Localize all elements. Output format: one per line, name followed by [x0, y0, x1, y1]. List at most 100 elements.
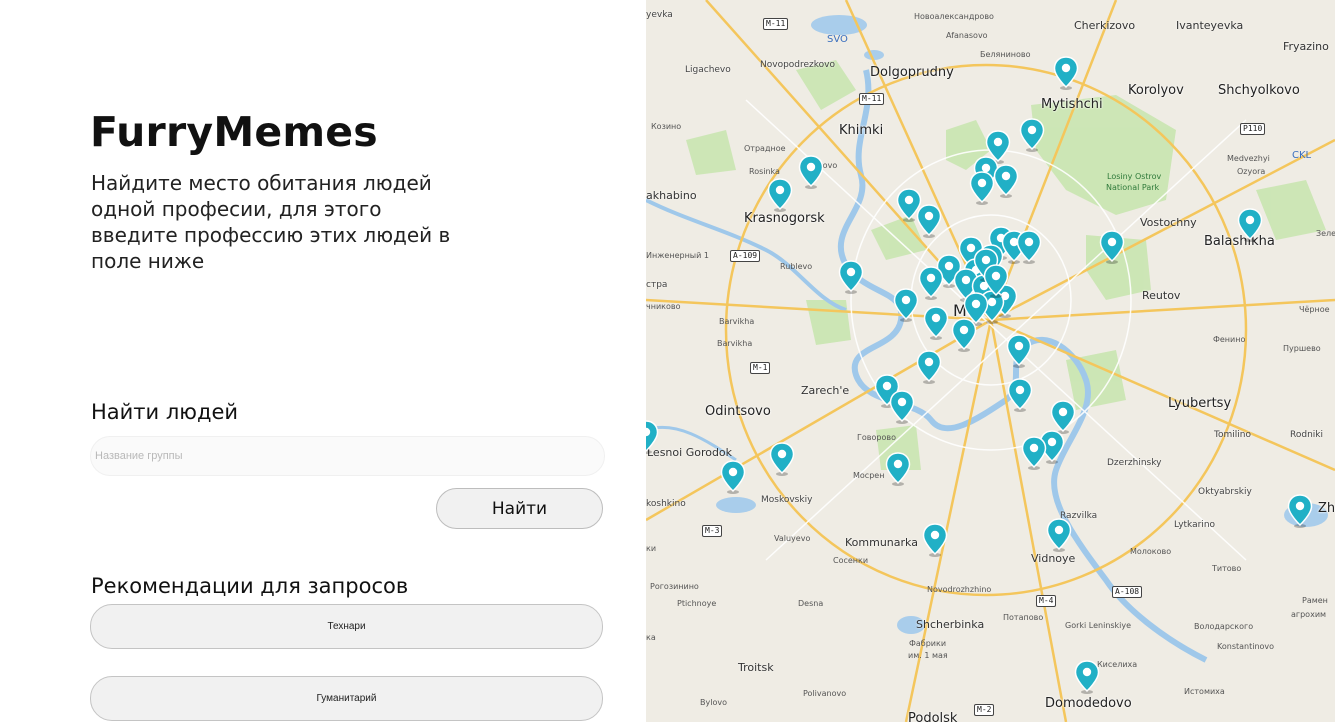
map-marker-28[interactable] [923, 306, 949, 340]
map-pin-icon [769, 442, 795, 476]
map-marker-8[interactable] [767, 178, 793, 212]
map-marker-2[interactable] [1019, 118, 1045, 152]
map-marker-38[interactable] [769, 442, 795, 476]
map-marker-10[interactable] [916, 204, 942, 238]
map-marker-11[interactable] [1099, 230, 1125, 264]
map-marker-47[interactable] [983, 264, 1009, 298]
losiny-ostrov-park [1031, 95, 1176, 215]
label-chernoe: Чёрное [1299, 305, 1330, 314]
map-marker-20[interactable] [838, 260, 864, 294]
map-marker-44[interactable] [1074, 660, 1100, 694]
label-svo: SVO [827, 34, 848, 45]
map-marker-33[interactable] [889, 390, 915, 424]
map-marker-40[interactable] [885, 452, 911, 486]
map-marker-45[interactable] [646, 420, 659, 454]
app-description: Найдите место обитания людей одной профе… [91, 171, 451, 273]
label-lytkarino: Lytkarino [1174, 520, 1216, 530]
map-marker-31[interactable] [916, 350, 942, 384]
label-volodarskogo: Володарского [1194, 622, 1254, 631]
label-mosrentgen: Мосрен [853, 471, 885, 480]
label-dzerzhinsky: Dzerzhinsky [1107, 458, 1162, 468]
recommendation-button-gumanitariy[interactable]: Гуманитарий [90, 676, 603, 721]
label-oktyabrsky: Oktyabrskiy [1198, 487, 1252, 497]
map-view[interactable]: Cherkizovo Ivanteyevka Fryazino Новоалек… [646, 0, 1335, 722]
label-rosinka: Rosinka [749, 167, 780, 176]
label-titovo: Титово [1212, 564, 1242, 573]
map-marker-5[interactable] [993, 164, 1019, 198]
shield-p110: P110 [1240, 123, 1266, 135]
label-zh: Zh [1318, 501, 1335, 516]
label-zele: Зеле [1316, 229, 1335, 238]
find-people-heading: Найти людей [91, 400, 239, 424]
recommendation-button-tekhnari[interactable]: Технари [90, 604, 603, 649]
label-medvezhyi: Medvezhyi [1227, 154, 1270, 163]
map-pin-icon [969, 171, 995, 205]
label-zarechye: Zarech'e [801, 384, 850, 397]
map-marker-34[interactable] [1007, 378, 1033, 412]
label-moskovskiy: Moskovskiy [761, 495, 813, 505]
find-button[interactable]: Найти [436, 488, 603, 529]
map-pin-icon [916, 350, 942, 384]
shield-m4: M-4 [1036, 595, 1057, 607]
label-kozino: Козино [651, 122, 682, 131]
label-ostra: стра [646, 280, 668, 290]
label-rublevo: Rublevo [780, 262, 813, 271]
map-pin-icon [1053, 56, 1079, 90]
map-base-layer [646, 0, 1335, 722]
map-marker-39[interactable] [720, 460, 746, 494]
map-marker-15[interactable] [1016, 230, 1042, 264]
map-pin-icon [1099, 230, 1125, 264]
map-marker-35[interactable] [1050, 400, 1076, 434]
map-pin-icon [767, 178, 793, 212]
label-koshkino: koshkino [646, 499, 686, 509]
map-marker-7[interactable] [798, 155, 824, 189]
map-marker-27[interactable] [893, 288, 919, 322]
label-ivanteyevka: Ivanteyevka [1176, 19, 1244, 32]
map-pin-icon [889, 390, 915, 424]
map-marker-29[interactable] [951, 318, 977, 352]
label-novopodrezkovo: Novopodrezkovo [760, 60, 835, 70]
map-marker-21[interactable] [918, 266, 944, 300]
map-marker-43[interactable] [922, 523, 948, 557]
map-marker-1[interactable] [1053, 56, 1079, 90]
label-mytishchi: Mytishchi [1041, 97, 1103, 112]
label-fabriki: Фабрики [909, 639, 947, 648]
map-pin-icon [922, 523, 948, 557]
label-akhabino: akhabino [646, 189, 697, 202]
map-pin-icon [1074, 660, 1100, 694]
label-belyaninovo: Беляниново [980, 50, 1031, 59]
label-novoaleksandrovo: Новоалександрово [914, 12, 994, 21]
label-sosenki: Сосенки [833, 556, 869, 565]
map-marker-30[interactable] [1006, 334, 1032, 368]
map-pin-icon [1046, 518, 1072, 552]
label-agrokhim: агрохим [1291, 610, 1327, 619]
map-pin-icon [1007, 378, 1033, 412]
app-title: FurryMemes [90, 108, 378, 156]
map-marker-42[interactable] [1046, 518, 1072, 552]
map-marker-37[interactable] [1021, 436, 1047, 470]
map-pin-icon [893, 288, 919, 322]
group-name-input[interactable] [90, 436, 605, 476]
label-ka: ка [646, 633, 656, 642]
map-pin-icon [1021, 436, 1047, 470]
label-im-1-maya: им. 1 мая [908, 651, 948, 660]
map-pin-icon [1287, 494, 1313, 528]
label-troitsk: Troitsk [738, 661, 774, 674]
map-marker-41[interactable] [1287, 494, 1313, 528]
shield-a109: A-109 [730, 250, 761, 262]
map-pin-icon [1006, 334, 1032, 368]
label-cherkizovo: Cherkizovo [1074, 19, 1136, 32]
map-marker-12[interactable] [1237, 208, 1263, 242]
label-barvikha-1: Barvikha [719, 317, 755, 326]
recommendations-heading: Рекомендации для запросов [91, 574, 409, 598]
label-rogozinino: Рогозинино [650, 582, 699, 591]
map-pin-icon [720, 460, 746, 494]
map-marker-6[interactable] [969, 171, 995, 205]
label-valuyevo: Valuyevo [774, 534, 811, 543]
label-fenino: Фенино [1213, 335, 1246, 344]
label-barvikha-2: Barvikha [717, 339, 753, 348]
map-pin-icon [983, 264, 1009, 298]
label-bylovo: Bylovo [700, 698, 727, 707]
label-dolgoprudny: Dolgoprudny [870, 65, 954, 80]
map-pin-icon [1237, 208, 1263, 242]
